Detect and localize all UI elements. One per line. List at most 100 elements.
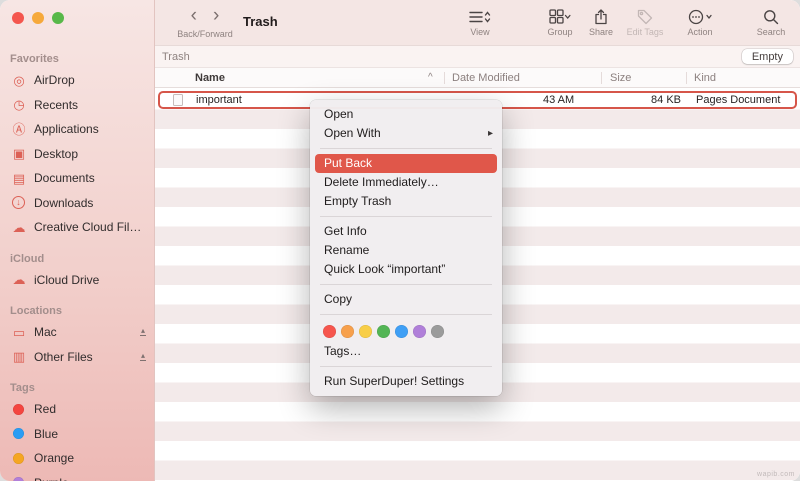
- sidebar-item-label: AirDrop: [34, 73, 75, 87]
- sidebar-item-tag-purple[interactable]: Purple: [0, 471, 154, 481]
- downloads-icon: ↓: [12, 196, 25, 209]
- share-icon: [583, 8, 619, 25]
- window-title: Trash: [243, 14, 278, 29]
- forward-button[interactable]: ›: [213, 7, 219, 27]
- desktop-icon: ▣: [8, 147, 30, 160]
- sidebar-item-other-files[interactable]: ▥ Other Files ▴: [0, 345, 154, 370]
- sidebar-item-label: Recents: [34, 98, 78, 112]
- menu-item-put-back[interactable]: Put Back: [315, 154, 497, 173]
- tag-color-yellow[interactable]: [359, 325, 372, 338]
- tag-color-green[interactable]: [377, 325, 390, 338]
- column-header-size[interactable]: Size: [610, 72, 631, 84]
- file-kind: Pages Document: [696, 94, 780, 106]
- tag-color-blue[interactable]: [395, 325, 408, 338]
- search-button[interactable]: Search: [750, 8, 792, 37]
- view-button[interactable]: View: [460, 8, 500, 37]
- minimize-button[interactable]: [32, 12, 44, 24]
- tag-blue-icon: [13, 428, 24, 439]
- file-date-modified: 43 AM: [543, 94, 574, 106]
- tag-color-purple[interactable]: [413, 325, 426, 338]
- sidebar-item-applications[interactable]: Ⓐ Applications: [0, 117, 154, 142]
- submenu-arrow-icon: ▸: [488, 124, 493, 143]
- menu-item-rename[interactable]: Rename: [310, 241, 502, 260]
- finder-window: Favorites ◎ AirDrop ◷ Recents Ⓐ Applicat…: [0, 0, 800, 481]
- column-header-kind[interactable]: Kind: [694, 72, 716, 84]
- sidebar-item-desktop[interactable]: ▣ Desktop: [0, 142, 154, 167]
- tag-icon: [623, 8, 667, 25]
- context-menu: Open Open With ▸ Put Back Delete Immedia…: [310, 100, 502, 396]
- sidebar-item-icloud-drive[interactable]: ☁ iCloud Drive: [0, 268, 154, 293]
- sidebar-item-label: Red: [34, 402, 56, 416]
- list-view-icon: [460, 8, 500, 25]
- sidebar-item-mac[interactable]: ▭ Mac ▴: [0, 320, 154, 345]
- share-button[interactable]: Share: [583, 8, 619, 37]
- group-label: Group: [540, 27, 580, 37]
- column-divider[interactable]: [601, 72, 602, 85]
- sidebar-item-label: Mac: [34, 325, 57, 339]
- external-disk-icon: ▥: [8, 350, 30, 363]
- airdrop-icon: ◎: [8, 74, 30, 87]
- menu-item-run-superduper-settings[interactable]: Run SuperDuper! Settings: [310, 372, 502, 391]
- sidebar-item-recents[interactable]: ◷ Recents: [0, 93, 154, 118]
- close-button[interactable]: [12, 12, 24, 24]
- creative-cloud-icon: ☁: [8, 221, 30, 234]
- path-location: Trash: [162, 51, 190, 63]
- tag-orange-icon: [13, 453, 24, 464]
- column-divider[interactable]: [444, 72, 445, 85]
- watermark: wapib.com: [757, 471, 795, 478]
- menu-item-empty-trash[interactable]: Empty Trash: [310, 192, 502, 211]
- tag-purple-icon: [13, 477, 24, 481]
- sidebar-item-label: iCloud Drive: [34, 273, 99, 287]
- back-forward-label: Back/Forward: [165, 29, 245, 39]
- sort-ascending-icon[interactable]: ^: [428, 72, 433, 83]
- sidebar-item-tag-red[interactable]: Red: [0, 397, 154, 422]
- sidebar-item-downloads[interactable]: ↓ Downloads: [0, 191, 154, 216]
- sidebar-item-label: Other Files: [34, 350, 93, 364]
- column-header-name[interactable]: Name: [195, 72, 225, 84]
- empty-trash-button[interactable]: Empty: [742, 49, 793, 64]
- edit-tags-button: Edit Tags: [623, 8, 667, 37]
- toolbar: ‹ › Back/Forward Trash View Group: [155, 0, 800, 46]
- sidebar-item-label: Desktop: [34, 147, 78, 161]
- tag-color-gray[interactable]: [431, 325, 444, 338]
- edit-tags-label: Edit Tags: [623, 27, 667, 37]
- clock-icon: ◷: [8, 98, 30, 111]
- menu-item-delete-immediately[interactable]: Delete Immediately…: [310, 173, 502, 192]
- menu-item-get-info[interactable]: Get Info: [310, 222, 502, 241]
- traffic-lights: [12, 12, 64, 24]
- menu-item-quick-look[interactable]: Quick Look “important”: [310, 260, 502, 279]
- action-label: Action: [680, 27, 720, 37]
- back-button[interactable]: ‹: [191, 7, 197, 27]
- tag-color-orange[interactable]: [341, 325, 354, 338]
- icloud-drive-icon: ☁: [8, 273, 30, 286]
- menu-item-open[interactable]: Open: [310, 105, 502, 124]
- sidebar-item-creative-cloud[interactable]: ☁ Creative Cloud Fil…: [0, 215, 154, 240]
- column-divider[interactable]: [686, 72, 687, 85]
- path-bar: Trash Empty: [155, 46, 800, 67]
- zoom-button[interactable]: [52, 12, 64, 24]
- sidebar-item-tag-blue[interactable]: Blue: [0, 422, 154, 447]
- group-button[interactable]: Group: [540, 8, 580, 37]
- eject-icon[interactable]: ▴: [140, 328, 146, 336]
- menu-separator: [320, 216, 492, 217]
- search-icon: [750, 8, 792, 25]
- sidebar-item-tag-orange[interactable]: Orange: [0, 446, 154, 471]
- eject-icon[interactable]: ▴: [140, 353, 146, 361]
- sidebar-item-label: Documents: [34, 171, 95, 185]
- sidebar-item-label: Purple: [34, 476, 69, 481]
- sidebar-item-airdrop[interactable]: ◎ AirDrop: [0, 68, 154, 93]
- menu-separator: [320, 284, 492, 285]
- sidebar-section-tags: Tags: [10, 382, 144, 394]
- back-forward-control: ‹ › Back/Forward: [165, 7, 245, 39]
- sidebar-item-label: Downloads: [34, 196, 93, 210]
- menu-item-open-with[interactable]: Open With ▸: [310, 124, 502, 143]
- sidebar-item-label: Creative Cloud Fil…: [34, 220, 141, 234]
- documents-icon: ▤: [8, 172, 30, 185]
- sidebar-item-label: Blue: [34, 427, 58, 441]
- menu-item-copy[interactable]: Copy: [310, 290, 502, 309]
- sidebar-item-documents[interactable]: ▤ Documents: [0, 166, 154, 191]
- column-header-date-modified[interactable]: Date Modified: [452, 72, 520, 84]
- tag-color-red[interactable]: [323, 325, 336, 338]
- action-button[interactable]: Action: [680, 8, 720, 37]
- menu-item-tags[interactable]: Tags…: [310, 342, 502, 361]
